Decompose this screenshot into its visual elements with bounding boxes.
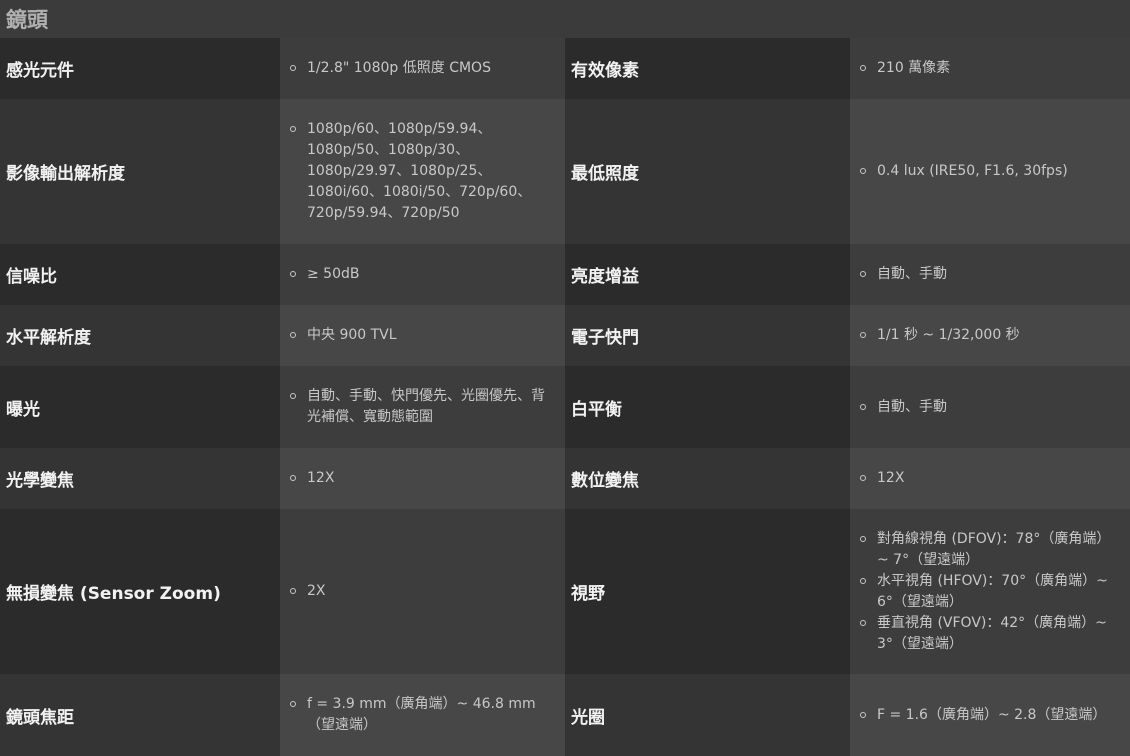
spec-value-item: f = 3.9 mm（廣角端）~ 46.8 mm（望遠端） xyxy=(290,694,555,736)
spec-value: 中央 900 TVL xyxy=(280,305,565,366)
section-title: 鏡頭 xyxy=(0,0,1130,38)
spec-label: 視野 xyxy=(565,509,850,674)
spec-label: 最低照度 xyxy=(565,99,850,244)
spec-value: 2X xyxy=(280,509,565,674)
spec-label: 白平衡 xyxy=(565,366,850,448)
spec-table: 感光元件 1/2.8" 1080p 低照度 CMOS 有效像素 210 萬像素 … xyxy=(0,38,1130,756)
spec-value-item: 自動、手動 xyxy=(860,397,1120,418)
spec-value-item: 垂直視角 (VFOV)：42°（廣角端）~ 3°（望遠端） xyxy=(860,613,1120,655)
spec-value: 自動、手動 xyxy=(850,244,1130,305)
spec-value: 0.4 lux (IRE50, F1.6, 30fps) xyxy=(850,99,1130,244)
spec-value-item: 自動、手動、快門優先、光圈優先、背光補償、寬動態範圍 xyxy=(290,386,555,428)
spec-value-item: 水平視角 (HFOV)：70°（廣角端）~ 6°（望遠端） xyxy=(860,571,1120,613)
spec-value: ≥ 50dB xyxy=(280,244,565,305)
spec-value: 對角線視角 (DFOV)：78°（廣角端）~ 7°（望遠端） 水平視角 (HFO… xyxy=(850,509,1130,674)
spec-label: 光學變焦 xyxy=(0,448,280,509)
spec-label: 數位變焦 xyxy=(565,448,850,509)
spec-value: 自動、手動、快門優先、光圈優先、背光補償、寬動態範圍 xyxy=(280,366,565,448)
spec-row-resolution: 影像輸出解析度 1080p/60、1080p/59.94、1080p/50、10… xyxy=(0,99,1130,244)
spec-row-exposure: 曝光 自動、手動、快門優先、光圈優先、背光補償、寬動態範圍 白平衡 自動、手動 xyxy=(0,366,1130,448)
spec-row-focal-length: 鏡頭焦距 f = 3.9 mm（廣角端）~ 46.8 mm（望遠端） 光圈 F … xyxy=(0,674,1130,756)
spec-value-item: 1/2.8" 1080p 低照度 CMOS xyxy=(290,58,555,79)
spec-value-item: ≥ 50dB xyxy=(290,264,555,285)
spec-label: 光圈 xyxy=(565,674,850,756)
spec-value-item: 1/1 秒 ~ 1/32,000 秒 xyxy=(860,325,1120,346)
spec-value: F = 1.6（廣角端）~ 2.8（望遠端） xyxy=(850,674,1130,756)
spec-value-item: 210 萬像素 xyxy=(860,58,1120,79)
spec-row-horizontal-resolution: 水平解析度 中央 900 TVL 電子快門 1/1 秒 ~ 1/32,000 秒 xyxy=(0,305,1130,366)
spec-value: 自動、手動 xyxy=(850,366,1130,448)
spec-value: 210 萬像素 xyxy=(850,38,1130,99)
spec-label: 無損變焦 (Sensor Zoom) xyxy=(0,509,280,674)
spec-value-item: 中央 900 TVL xyxy=(290,325,555,346)
spec-label: 影像輸出解析度 xyxy=(0,99,280,244)
spec-value: 12X xyxy=(850,448,1130,509)
spec-value: 12X xyxy=(280,448,565,509)
spec-value: f = 3.9 mm（廣角端）~ 46.8 mm（望遠端） xyxy=(280,674,565,756)
spec-label: 水平解析度 xyxy=(0,305,280,366)
spec-label: 信噪比 xyxy=(0,244,280,305)
spec-value: 1/2.8" 1080p 低照度 CMOS xyxy=(280,38,565,99)
spec-value-item: F = 1.6（廣角端）~ 2.8（望遠端） xyxy=(860,705,1120,726)
spec-value-item: 1080p/60、1080p/59.94、1080p/50、1080p/30、1… xyxy=(290,119,555,224)
spec-label: 亮度增益 xyxy=(565,244,850,305)
spec-label: 鏡頭焦距 xyxy=(0,674,280,756)
spec-value-item: 自動、手動 xyxy=(860,264,1120,285)
spec-value-item: 12X xyxy=(860,468,1120,489)
spec-row-sensor: 感光元件 1/2.8" 1080p 低照度 CMOS 有效像素 210 萬像素 xyxy=(0,38,1130,99)
spec-label: 電子快門 xyxy=(565,305,850,366)
spec-row-zoom: 光學變焦 12X 數位變焦 12X xyxy=(0,448,1130,509)
spec-row-snr: 信噪比 ≥ 50dB 亮度增益 自動、手動 xyxy=(0,244,1130,305)
spec-value: 1080p/60、1080p/59.94、1080p/50、1080p/30、1… xyxy=(280,99,565,244)
spec-value-item: 12X xyxy=(290,468,555,489)
spec-value-item: 0.4 lux (IRE50, F1.6, 30fps) xyxy=(860,161,1120,182)
spec-label: 曝光 xyxy=(0,366,280,448)
spec-label: 感光元件 xyxy=(0,38,280,99)
spec-value: 1/1 秒 ~ 1/32,000 秒 xyxy=(850,305,1130,366)
spec-row-sensor-zoom: 無損變焦 (Sensor Zoom) 2X 視野 對角線視角 (DFOV)：78… xyxy=(0,509,1130,674)
spec-value-item: 對角線視角 (DFOV)：78°（廣角端）~ 7°（望遠端） xyxy=(860,529,1120,571)
spec-value-item: 2X xyxy=(290,581,555,602)
spec-label: 有效像素 xyxy=(565,38,850,99)
